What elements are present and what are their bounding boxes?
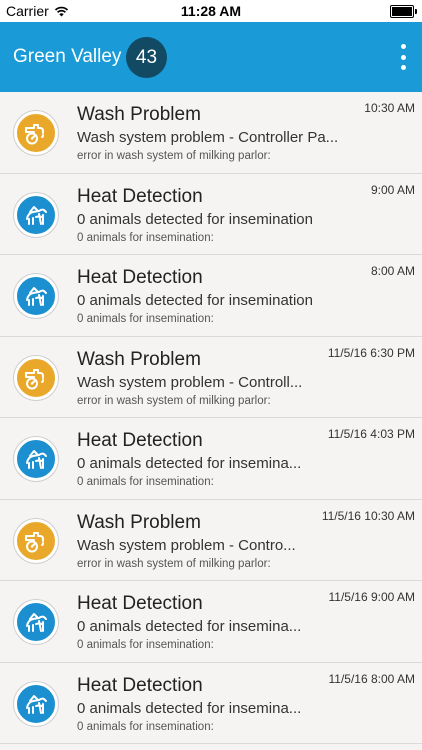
alert-timestamp: 11/5/16 10:30 AM: [321, 508, 415, 523]
heat-detection-icon: [14, 274, 58, 318]
alert-title: Heat Detection: [77, 430, 203, 451]
alert-timestamp: 9:00 AM: [370, 182, 415, 197]
alert-detail: 0 animals for insemination:: [77, 639, 214, 651]
alert-detail: error in wash system of milking parlor:: [77, 557, 271, 570]
alert-timestamp: 11/5/16 4:03 PM: [327, 427, 415, 441]
more-dot-icon: [400, 65, 406, 70]
alert-detail: 0 animals for insemination:: [77, 313, 214, 325]
list-item[interactable]: Wash Problem Wash system problem - Contro…: [0, 337, 422, 418]
status-bar: Carrier 11:28 AM: [0, 0, 422, 22]
alert-detail: 0 animals for insemination:: [77, 476, 214, 488]
heat-detection-icon: [14, 600, 58, 644]
list-item[interactable]: Heat Detection 0 animals detected for ins…: [0, 255, 422, 337]
battery-icon: [390, 5, 417, 18]
alert-summary: 0 animals detected for insemination: [77, 292, 313, 309]
alert-timestamp: 10:30 AM: [364, 101, 415, 115]
list-item[interactable]: Heat Detection 0 animals detected for ins…: [0, 581, 422, 663]
status-time: 11:28 AM: [180, 3, 242, 19]
alert-title: Heat Detection: [77, 185, 203, 207]
list-item[interactable]: Heat Detection 0 animals detected for ins…: [0, 174, 422, 255]
alert-title: Heat Detection: [77, 593, 203, 614]
alert-summary: Wash system problem - Controller Pa...: [77, 129, 339, 146]
alert-summary: 0 animals detected for insemina...: [77, 699, 302, 717]
alert-title: Wash Problem: [77, 348, 201, 370]
list-item[interactable]: Wash Problem Wash system problem - Contro…: [0, 500, 422, 581]
alert-detail: 0 animals for insemination:: [77, 720, 214, 733]
heat-detection-icon: [14, 192, 58, 237]
page-title: Green Valley: [13, 46, 122, 67]
list-item[interactable]: Heat Detection 0 animals detected for ins…: [0, 663, 422, 744]
alert-timestamp: 11/5/16 8:00 AM: [328, 671, 415, 686]
wash-problem-icon: [14, 518, 58, 563]
alert-detail: 0 animals for insemination:: [77, 231, 214, 244]
more-dot-icon: [400, 44, 406, 49]
alert-title: Heat Detection: [77, 267, 203, 288]
list-item[interactable]: Wash Problem Wash system problem - Contro…: [0, 92, 422, 174]
alert-summary: 0 animals detected for insemina...: [77, 618, 302, 635]
wash-problem-icon: [14, 355, 58, 400]
alert-list: Wash Problem Wash system problem - Contro…: [0, 92, 422, 750]
alert-timestamp: 11/5/16 9:00 AM: [328, 590, 415, 604]
alert-summary: Wash system problem - Controll...: [77, 373, 303, 391]
alert-detail: error in wash system of milking parlor:: [77, 394, 271, 407]
alert-count-badge: 43: [126, 37, 167, 78]
alert-title: Wash Problem: [77, 511, 201, 533]
alert-title: Heat Detection: [77, 674, 203, 696]
alert-title: Wash Problem: [77, 104, 201, 125]
more-menu-button[interactable]: [396, 42, 410, 72]
alert-detail: error in wash system of milking parlor:: [77, 150, 271, 162]
alert-timestamp: 8:00 AM: [370, 264, 415, 278]
alert-summary: Wash system problem - Contro...: [77, 536, 296, 554]
app-header: Green Valley 43: [0, 22, 422, 92]
alert-summary: 0 animals detected for insemination: [77, 210, 313, 228]
heat-detection-icon: [14, 437, 58, 481]
more-dot-icon: [400, 54, 406, 60]
wash-problem-icon: [14, 111, 58, 155]
heat-detection-icon: [14, 681, 58, 726]
alert-summary: 0 animals detected for insemina...: [77, 455, 302, 472]
list-item[interactable]: Heat Detection 0 animals detected for ins…: [0, 418, 422, 500]
alert-timestamp: 11/5/16 6:30 PM: [327, 345, 415, 360]
